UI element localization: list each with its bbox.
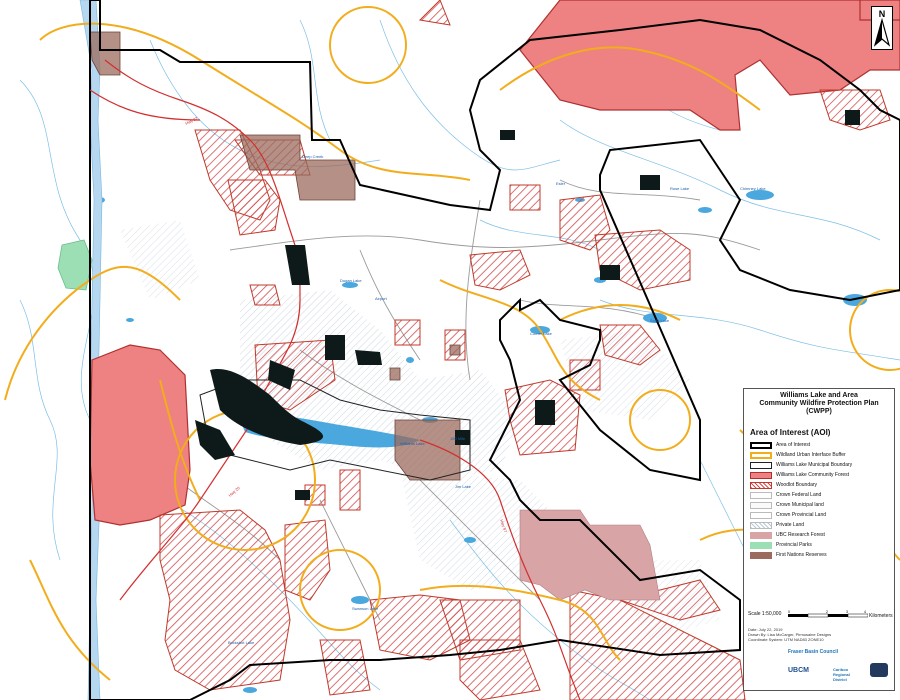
place-label: Williams Lake — [400, 441, 425, 446]
scale-label: Scale 1:50,000 — [748, 611, 782, 617]
scale-bar-graphic: 0 2 3 4 — [788, 610, 868, 618]
legend-swatch — [750, 481, 772, 489]
legend-label: Williams Lake Community Forest — [776, 472, 850, 478]
legend-heading: Area of Interest (AOI) — [750, 428, 831, 437]
legend-swatch — [750, 451, 772, 459]
legend-item: Crown Municipal land — [750, 500, 894, 510]
place-label: Esler — [556, 181, 566, 186]
cariboo-logo: Cariboo Regional District — [833, 667, 850, 682]
place-label: Swanson Lake — [352, 606, 379, 611]
north-arrow-icon: N — [873, 9, 891, 47]
legend-item: Williams Lake Municipal Boundary — [750, 460, 894, 470]
legend-label: Wildland Urban Interface Buffer — [776, 452, 846, 458]
fraser-basin-logo: Fraser Basin Council — [788, 649, 839, 655]
legend-swatch — [750, 551, 772, 559]
legend-swatch — [750, 461, 772, 469]
legend-item: First Nations Reserves — [750, 550, 894, 560]
place-label: Jim Lake — [455, 484, 472, 489]
legend-item: Area of Interest — [750, 440, 894, 450]
scale-tick: 4 — [864, 610, 866, 614]
legend-item: UBC Research Forest — [750, 530, 894, 540]
legend-swatch — [750, 521, 772, 529]
place-label: 150 Mile — [450, 436, 466, 441]
legend-label: Provincial Parks — [776, 542, 812, 548]
north-label: N — [879, 9, 886, 19]
ubcm-logo: UBCM — [788, 667, 809, 674]
logos: Fraser Basin Council UBCM Cariboo Region… — [748, 647, 892, 689]
legend-title-line2: Community Wildfire Protection Plan (CWPP… — [759, 400, 879, 415]
place-label: Dugan Lake — [340, 278, 362, 283]
credit-line: Coordinate System: UTM NAD83 ZONE10 — [748, 637, 824, 642]
scale-tick: 3 — [846, 610, 848, 614]
map-credits: Date: July 22, 2019 Drawn By: Lisa McCar… — [748, 627, 888, 642]
legend-swatch — [750, 501, 772, 509]
legend-label: Williams Lake Municipal Boundary — [776, 462, 853, 468]
badge-icon — [870, 663, 888, 677]
legend-swatch — [750, 531, 772, 539]
legend-label: Area of Interest — [776, 442, 811, 448]
legend-swatch — [750, 441, 772, 449]
map-legend: Williams Lake and Area Community Wildfir… — [743, 388, 895, 691]
scale-tick: 0 — [788, 610, 790, 614]
legend-label: Crown Municipal land — [776, 502, 824, 508]
legend-swatch — [750, 491, 772, 499]
legend-title-line1: Williams Lake and Area — [780, 392, 858, 399]
legend-label: Crown Federal Land — [776, 492, 822, 498]
legend-item: Woodlot Boundary — [750, 480, 894, 490]
legend-label: Crown Provincial Land — [776, 512, 827, 518]
north-arrow: N — [871, 6, 893, 50]
scale-tick: 2 — [826, 610, 828, 614]
legend-item: Private Land — [750, 520, 894, 530]
legend-swatch — [750, 541, 772, 549]
place-label: Rose Lake — [670, 186, 690, 191]
legend-item: Crown Federal Land — [750, 490, 894, 500]
legend-item: Wildland Urban Interface Buffer — [750, 450, 894, 460]
legend-label: Private Land — [776, 522, 805, 528]
place-label: Comer Lake — [530, 331, 553, 336]
legend-label: Woodlot Boundary — [776, 482, 818, 488]
legend-swatch — [750, 471, 772, 479]
scale-bar: Scale 1:50,000 0 2 3 4 Kilometers — [748, 608, 893, 622]
legend-item: Crown Provincial Land — [750, 510, 894, 520]
place-label: Airport — [375, 296, 388, 301]
legend-label: UBC Research Forest — [776, 532, 825, 538]
scale-unit: Kilometers — [869, 613, 893, 619]
legend-title: Williams Lake and Area Community Wildfir… — [746, 392, 892, 416]
place-label: Soda Lake — [650, 318, 670, 323]
legend-swatch — [750, 511, 772, 519]
place-label: Deep Creek — [302, 154, 323, 159]
legend-item: Williams Lake Community Forest — [750, 470, 894, 480]
place-label: Buckshot Lake — [228, 640, 255, 645]
legend-item: Provincial Parks — [750, 540, 894, 550]
place-label: Chimney Lake — [740, 186, 766, 191]
legend-label: First Nations Reserves — [776, 552, 827, 558]
